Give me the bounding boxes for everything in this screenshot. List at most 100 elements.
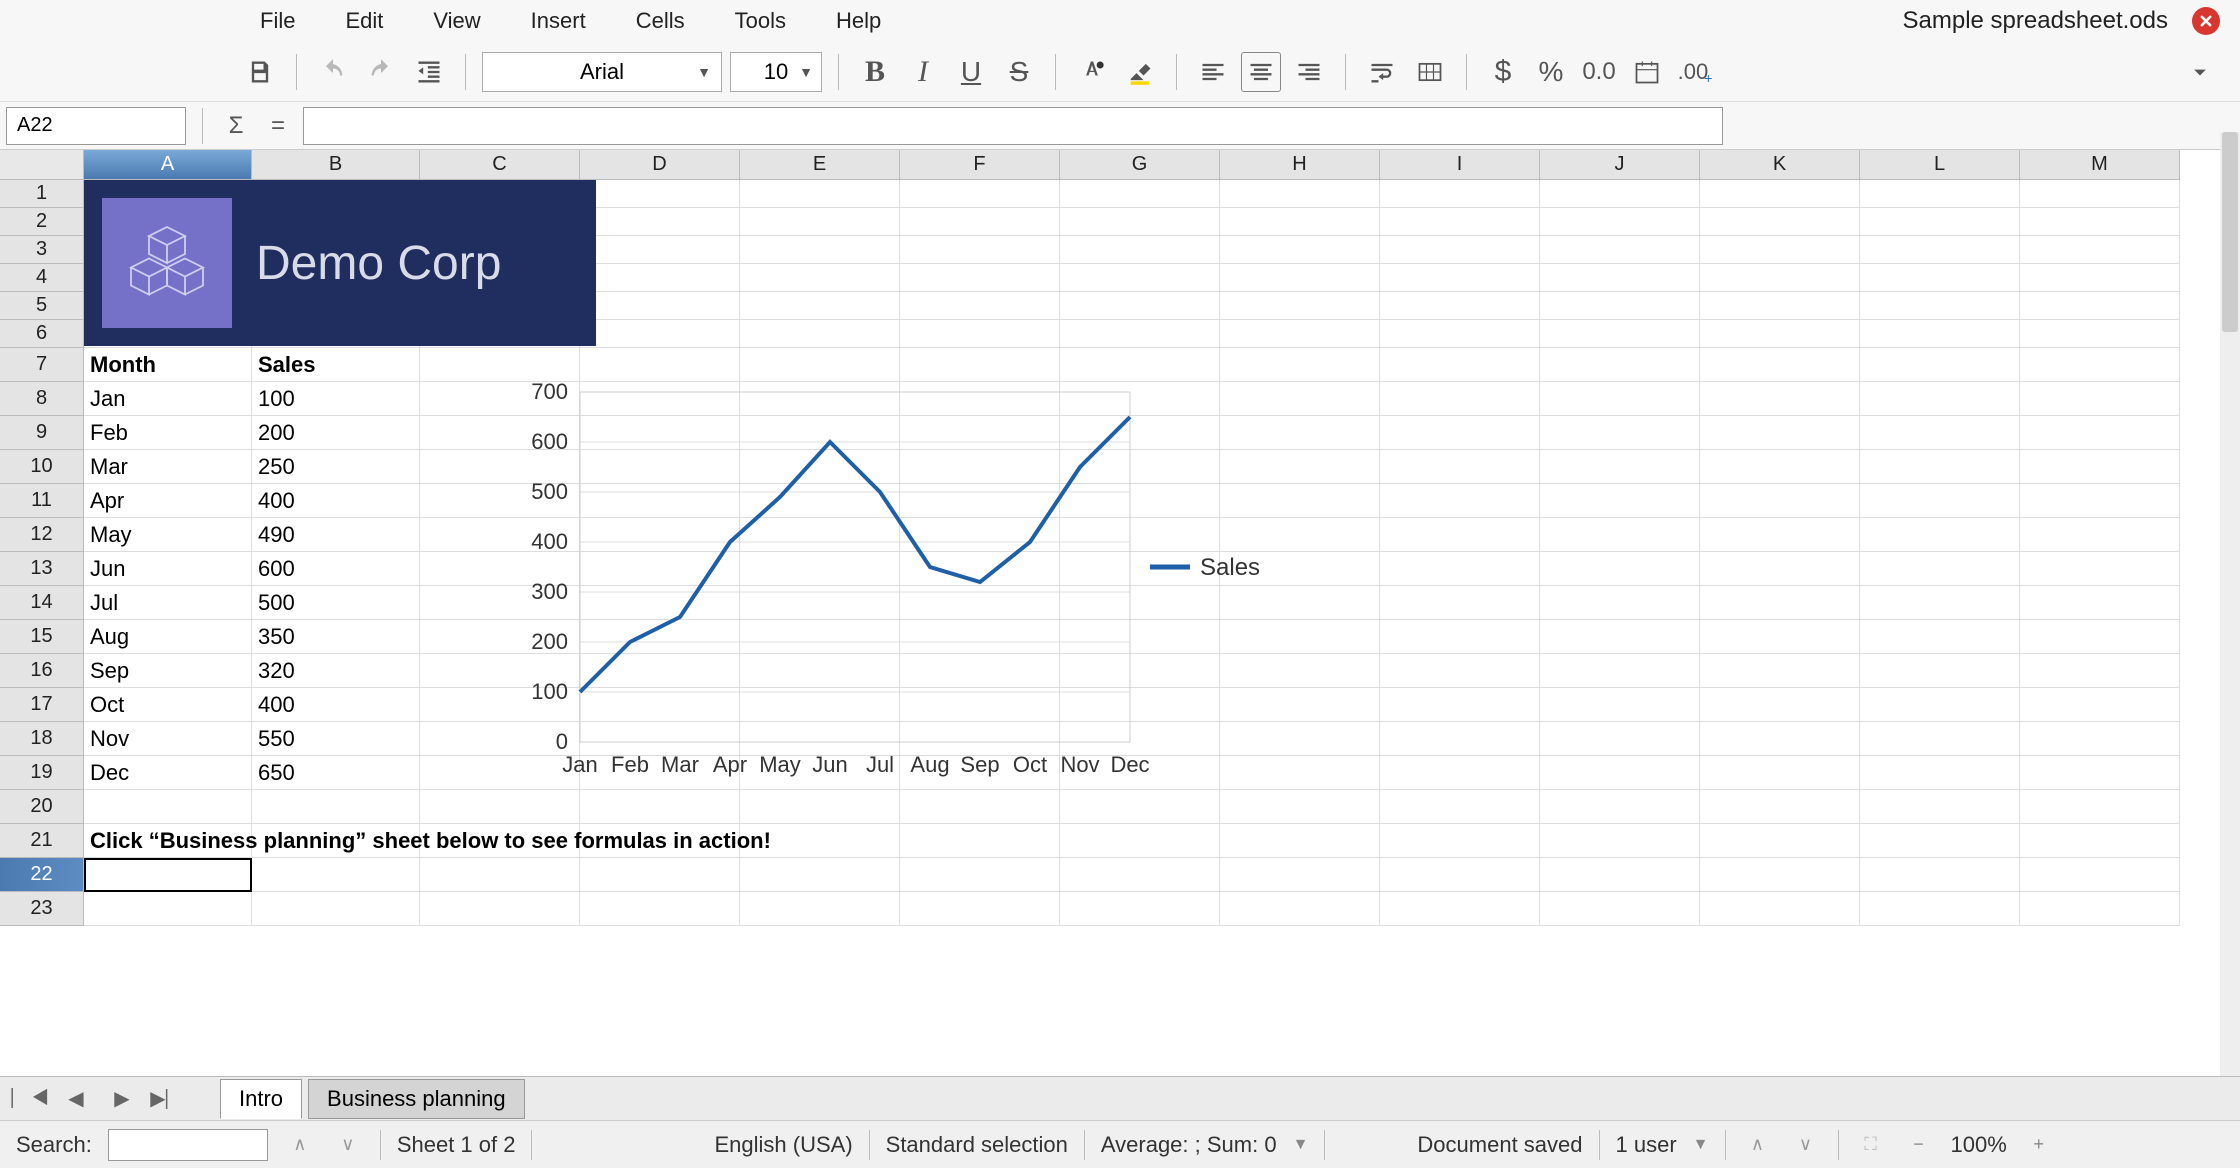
cell-K14[interactable] (1700, 586, 1860, 620)
cell-F3[interactable] (900, 236, 1060, 264)
row-header-15[interactable]: 15 (0, 620, 84, 654)
cell-K6[interactable] (1700, 320, 1860, 348)
font-color-icon[interactable] (1072, 52, 1112, 92)
redo-icon[interactable] (361, 52, 401, 92)
cell-I1[interactable] (1380, 180, 1540, 208)
spreadsheet-grid[interactable]: ABCDEFGHIJKLM 12345678910111213141516171… (0, 150, 2240, 1010)
cell-I23[interactable] (1380, 892, 1540, 926)
cell-A18[interactable]: Nov (84, 722, 252, 756)
prev-sheet-icon[interactable]: ◀ (56, 1083, 96, 1115)
cell-G2[interactable] (1060, 208, 1220, 236)
cell-B19[interactable]: 650 (252, 756, 420, 790)
cell-K11[interactable] (1700, 484, 1860, 518)
cell-K5[interactable] (1700, 292, 1860, 320)
merge-cells-icon[interactable] (1410, 52, 1450, 92)
cell-A11[interactable]: Apr (84, 484, 252, 518)
row-header-9[interactable]: 9 (0, 416, 84, 450)
equals-icon[interactable]: = (261, 109, 295, 143)
users-up-icon[interactable]: ∧ (1742, 1129, 1774, 1161)
menu-view[interactable]: View (433, 8, 480, 34)
cell-M13[interactable] (2020, 552, 2180, 586)
cell-reference-input[interactable]: A22 (6, 107, 186, 145)
sheet-tab-business-planning[interactable]: Business planning (308, 1079, 525, 1119)
column-header-C[interactable]: C (420, 150, 580, 180)
cell-C20[interactable] (420, 790, 580, 824)
cell-L10[interactable] (1860, 450, 2020, 484)
cell-M19[interactable] (2020, 756, 2180, 790)
column-header-G[interactable]: G (1060, 150, 1220, 180)
cell-J7[interactable] (1540, 348, 1700, 382)
cell-F20[interactable] (900, 790, 1060, 824)
cell-E3[interactable] (740, 236, 900, 264)
zoom-in-icon[interactable]: + (2023, 1129, 2055, 1161)
cell-I3[interactable] (1380, 236, 1540, 264)
row-header-1[interactable]: 1 (0, 180, 84, 208)
add-decimal-icon[interactable]: .00+ (1675, 52, 1715, 92)
cell-G6[interactable] (1060, 320, 1220, 348)
cell-M7[interactable] (2020, 348, 2180, 382)
cell-C22[interactable] (420, 858, 580, 892)
cell-D1[interactable] (580, 180, 740, 208)
cell-J18[interactable] (1540, 722, 1700, 756)
cell-A8[interactable]: Jan (84, 382, 252, 416)
cell-B14[interactable]: 500 (252, 586, 420, 620)
align-center-icon[interactable] (1241, 52, 1281, 92)
cell-E4[interactable] (740, 264, 900, 292)
row-header-21[interactable]: 21 (0, 824, 84, 858)
cell-H22[interactable] (1220, 858, 1380, 892)
cell-A16[interactable]: Sep (84, 654, 252, 688)
cell-M17[interactable] (2020, 688, 2180, 722)
cell-M11[interactable] (2020, 484, 2180, 518)
cell-L14[interactable] (1860, 586, 2020, 620)
menu-insert[interactable]: Insert (531, 8, 586, 34)
cell-D20[interactable] (580, 790, 740, 824)
next-sheet-icon[interactable]: ▶ (102, 1083, 142, 1115)
cell-I8[interactable] (1380, 382, 1540, 416)
cell-G1[interactable] (1060, 180, 1220, 208)
cell-K8[interactable] (1700, 382, 1860, 416)
cell-B7[interactable]: Sales (252, 348, 420, 382)
cell-M16[interactable] (2020, 654, 2180, 688)
cell-K15[interactable] (1700, 620, 1860, 654)
cell-G21[interactable] (1060, 824, 1220, 858)
cell-L23[interactable] (1860, 892, 2020, 926)
cell-L18[interactable] (1860, 722, 2020, 756)
cell-H21[interactable] (1220, 824, 1380, 858)
cell-M5[interactable] (2020, 292, 2180, 320)
cell-F6[interactable] (900, 320, 1060, 348)
cell-H23[interactable] (1220, 892, 1380, 926)
cell-B17[interactable]: 400 (252, 688, 420, 722)
cell-G20[interactable] (1060, 790, 1220, 824)
cell-A23[interactable] (84, 892, 252, 926)
cell-M20[interactable] (2020, 790, 2180, 824)
first-sheet-icon[interactable]: ⎸◀ (10, 1083, 50, 1115)
users-down-icon[interactable]: ∨ (1790, 1129, 1822, 1161)
formula-input[interactable] (303, 107, 1723, 145)
cell-F2[interactable] (900, 208, 1060, 236)
cell-A7[interactable]: Month (84, 348, 252, 382)
row-header-11[interactable]: 11 (0, 484, 84, 518)
cell-A10[interactable]: Mar (84, 450, 252, 484)
cell-A19[interactable]: Dec (84, 756, 252, 790)
cell-I4[interactable] (1380, 264, 1540, 292)
cell-L17[interactable] (1860, 688, 2020, 722)
cell-M4[interactable] (2020, 264, 2180, 292)
cell-L19[interactable] (1860, 756, 2020, 790)
row-header-2[interactable]: 2 (0, 208, 84, 236)
cell-B12[interactable]: 490 (252, 518, 420, 552)
cell-L12[interactable] (1860, 518, 2020, 552)
cell-F21[interactable] (900, 824, 1060, 858)
column-header-I[interactable]: I (1380, 150, 1540, 180)
strikethrough-icon[interactable]: S (999, 52, 1039, 92)
row-header-10[interactable]: 10 (0, 450, 84, 484)
cell-J17[interactable] (1540, 688, 1700, 722)
cell-K1[interactable] (1700, 180, 1860, 208)
decimal-icon[interactable]: 0.0 (1579, 52, 1619, 92)
column-header-D[interactable]: D (580, 150, 740, 180)
italic-icon[interactable]: I (903, 52, 943, 92)
row-header-20[interactable]: 20 (0, 790, 84, 824)
cell-D4[interactable] (580, 264, 740, 292)
cell-B15[interactable]: 350 (252, 620, 420, 654)
cell-J2[interactable] (1540, 208, 1700, 236)
cell-I11[interactable] (1380, 484, 1540, 518)
